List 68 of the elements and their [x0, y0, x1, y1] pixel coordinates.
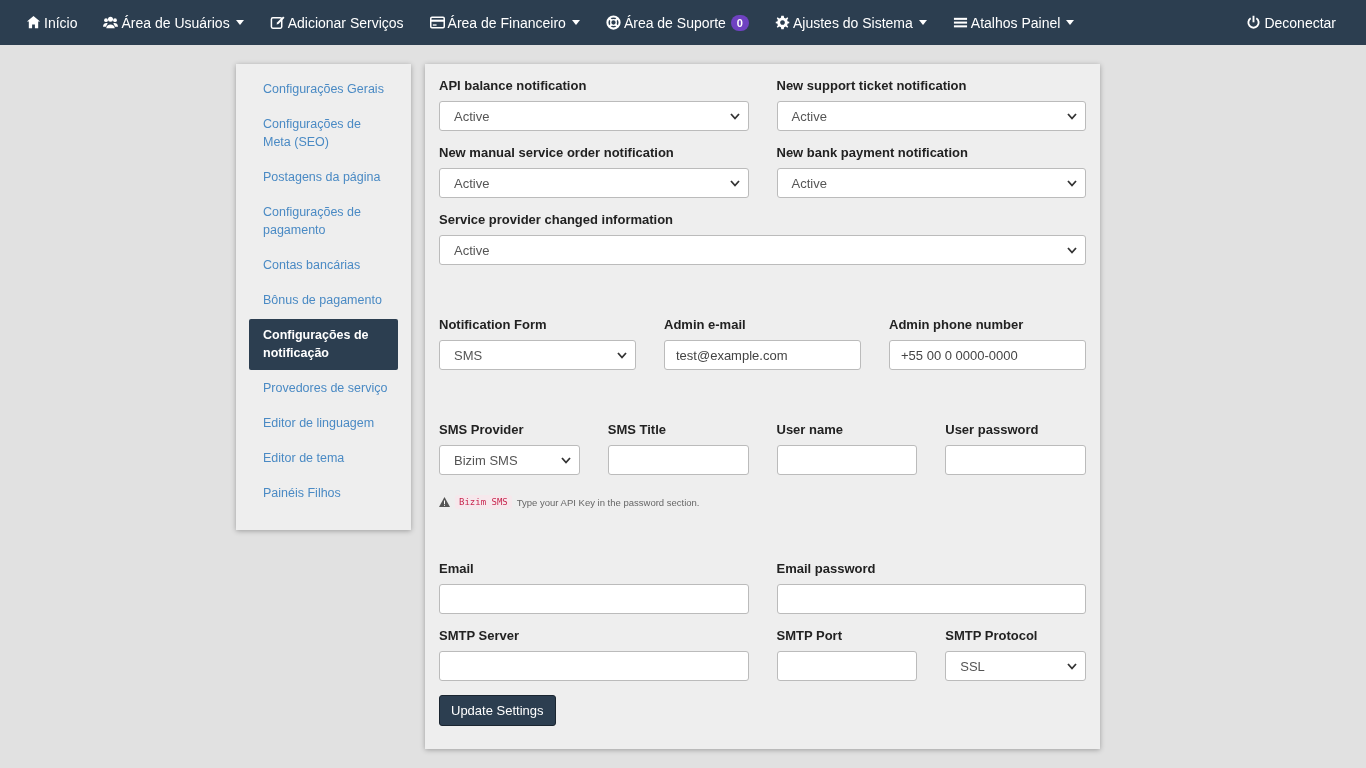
- field-label: SMS Title: [607, 422, 668, 438]
- chevron-down-icon: [729, 179, 740, 187]
- home-icon: [26, 15, 41, 30]
- sidebar-item[interactable]: Configurações de notificação: [249, 319, 398, 370]
- field-label: API balance notification: [439, 78, 588, 94]
- lifebuoy-icon: [605, 15, 621, 30]
- chevron-down-icon: [560, 456, 571, 464]
- chevron-down-icon: [617, 351, 627, 359]
- dropdown[interactable]: Active: [439, 235, 1086, 265]
- edit-icon: [269, 15, 285, 30]
- field-label: SMTP Protocol: [945, 628, 1039, 644]
- input-field[interactable]: [945, 445, 1086, 475]
- caret-icon: [1066, 20, 1075, 25]
- chevron-down-icon: [1067, 112, 1077, 120]
- chevron-down-icon: [1067, 179, 1077, 187]
- caret-icon: [918, 20, 927, 25]
- credit-card-icon: [429, 15, 445, 30]
- field-label: Notification Form: [439, 317, 548, 333]
- caret-icon: [235, 20, 244, 25]
- field-label: SMTP Port: [776, 628, 843, 644]
- nav-link[interactable]: Área de Usuários: [103, 14, 244, 31]
- dropdown[interactable]: Active: [776, 168, 1086, 198]
- chevron-down-icon: [729, 112, 740, 120]
- input-field[interactable]: test@example.com: [664, 340, 861, 370]
- dropdown[interactable]: Bizim SMS: [439, 445, 580, 475]
- field-label: New manual service order notification: [439, 145, 675, 161]
- hint-text: Type your API Key in the password section.: [516, 496, 700, 508]
- nav-link[interactable]: Área de Suporte 0: [605, 14, 749, 31]
- field-label: User name: [776, 422, 844, 438]
- nav-link[interactable]: Atalhos Painel: [952, 14, 1075, 31]
- input-field[interactable]: [776, 651, 918, 681]
- nav-link[interactable]: Ajustes do Sistema: [774, 14, 927, 31]
- nav-link[interactable]: Área de Financeiro: [429, 14, 580, 31]
- field-label: Service provider changed information: [439, 212, 675, 228]
- field-label: SMS Provider: [439, 422, 525, 438]
- users-icon: [103, 15, 119, 30]
- dropdown[interactable]: Active: [439, 101, 749, 131]
- chevron-down-icon: [1067, 662, 1077, 670]
- input-field[interactable]: [439, 651, 749, 681]
- input-field[interactable]: [607, 445, 749, 475]
- field-label: SMTP Server: [439, 628, 520, 644]
- field-label: Admin phone number: [889, 317, 1025, 333]
- input-field[interactable]: [439, 584, 749, 614]
- field-label: Email password: [776, 561, 877, 577]
- input-field[interactable]: [776, 445, 918, 475]
- caret-icon: [571, 20, 580, 25]
- logout-link[interactable]: Deconectar: [1246, 14, 1336, 31]
- dropdown[interactable]: Active: [776, 101, 1086, 131]
- field-label: User password: [945, 422, 1040, 438]
- power-icon: [1246, 15, 1262, 30]
- update-settings-button[interactable]: Update Settings: [439, 695, 556, 726]
- warning-icon: [439, 497, 450, 507]
- input-field[interactable]: [776, 584, 1086, 614]
- code-snippet: Bizim SMS: [455, 495, 512, 509]
- field-label: New support ticket notification: [776, 78, 968, 94]
- dropdown[interactable]: Active: [439, 168, 749, 198]
- nav-link[interactable]: Início: [26, 14, 78, 31]
- field-label: Admin e-mail: [664, 317, 747, 333]
- nav-link[interactable]: Adicionar Serviços: [269, 14, 404, 31]
- menu-icon: [952, 15, 968, 30]
- input-field[interactable]: +55 00 0 0000-0000: [889, 340, 1086, 370]
- chevron-down-icon: [1067, 246, 1077, 254]
- count-badge: 0: [730, 14, 749, 31]
- dropdown[interactable]: SSL: [945, 651, 1086, 681]
- field-label: New bank payment notification: [776, 145, 969, 161]
- field-label: Email: [439, 561, 475, 577]
- dropdown[interactable]: SMS: [439, 340, 636, 370]
- settings-icon: [774, 15, 790, 30]
